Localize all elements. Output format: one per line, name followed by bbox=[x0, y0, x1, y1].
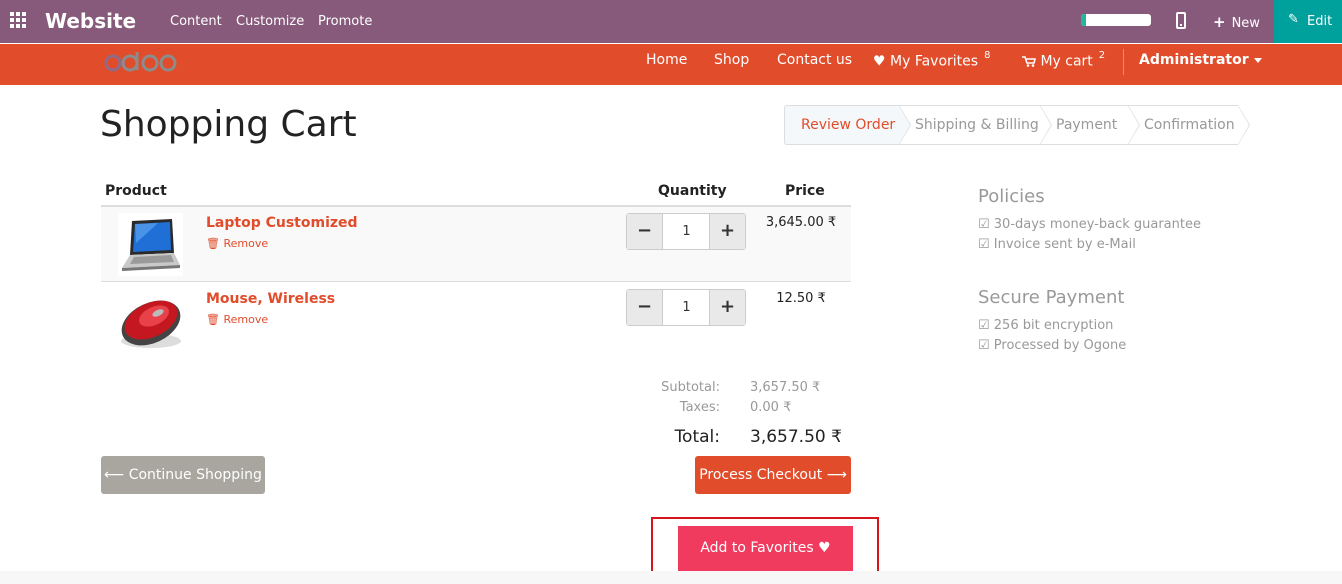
cart-row: Laptop Customized 🗑 Remove − 1 + 3,645.0… bbox=[101, 207, 851, 282]
process-checkout-label: Process Checkout bbox=[699, 467, 823, 483]
footer-strip bbox=[0, 571, 1342, 584]
process-checkout-button[interactable]: Process Checkout ⟶ bbox=[695, 456, 851, 494]
decrease-quantity-button[interactable]: − bbox=[627, 214, 663, 249]
laptop-image[interactable] bbox=[118, 213, 183, 276]
taxes-label: Taxes: bbox=[679, 400, 720, 415]
favorites-count-badge: 8 bbox=[984, 50, 991, 61]
continue-shopping-button[interactable]: ⟵ Continue Shopping bbox=[101, 456, 265, 494]
menu-promote[interactable]: Promote bbox=[318, 14, 372, 29]
odoo-logo[interactable] bbox=[103, 49, 179, 73]
nav-favorites[interactable]: ♥ My Favorites 8 bbox=[873, 50, 991, 70]
mouse-image[interactable] bbox=[118, 289, 183, 352]
payment-item: ☑ 256 bit encryption bbox=[978, 318, 1114, 333]
cart-count-badge: 2 bbox=[1098, 50, 1106, 61]
add-to-favorites-label: Add to Favorites bbox=[700, 540, 814, 556]
nav-cart-label: My cart bbox=[1040, 53, 1093, 70]
cart-icon bbox=[1022, 55, 1037, 67]
edit-button-label: Edit bbox=[1307, 14, 1333, 29]
column-header-product: Product bbox=[105, 183, 167, 199]
admin-bar: Website Content Customize Promote + New ✎… bbox=[0, 0, 1342, 43]
apps-grid-icon[interactable] bbox=[10, 12, 27, 29]
wizard-step-label: Confirmation bbox=[1144, 117, 1235, 133]
user-menu[interactable]: Administrator bbox=[1139, 52, 1262, 68]
nav-cart[interactable]: My cart 2 bbox=[1022, 50, 1106, 70]
arrow-right-icon: ⟶ bbox=[826, 467, 847, 483]
column-header-price: Price bbox=[785, 183, 825, 199]
cart-row: Mouse, Wireless 🗑 Remove − 1 + 12.50 ₹ bbox=[101, 283, 851, 358]
policy-item: ☑ 30-days money-back guarantee bbox=[978, 217, 1201, 232]
policies-heading: Policies bbox=[978, 186, 1045, 207]
nav-divider bbox=[1123, 49, 1124, 75]
remove-link[interactable]: 🗑 Remove bbox=[206, 237, 268, 250]
heart-icon: ♥ bbox=[818, 540, 831, 556]
column-header-quantity: Quantity bbox=[658, 183, 727, 199]
remove-label: Remove bbox=[223, 237, 269, 250]
new-button-label: New bbox=[1231, 16, 1260, 31]
product-name-link[interactable]: Laptop Customized bbox=[206, 215, 358, 231]
decrease-quantity-button[interactable]: − bbox=[627, 290, 663, 325]
wizard-step-label: Shipping & Billing bbox=[915, 117, 1039, 133]
taxes-value: 0.00 ₹ bbox=[750, 400, 792, 415]
edit-button[interactable]: ✎ Edit bbox=[1274, 0, 1342, 43]
wizard-step-payment: Payment bbox=[1040, 105, 1140, 145]
add-to-favorites-button[interactable]: Add to Favorites ♥ bbox=[678, 526, 853, 571]
toggle-knob bbox=[1081, 14, 1086, 26]
user-menu-label: Administrator bbox=[1139, 52, 1249, 68]
line-price: 3,645.00 ₹ bbox=[765, 215, 837, 230]
continue-shopping-label: Continue Shopping bbox=[128, 467, 262, 483]
total-value: 3,657.50 ₹ bbox=[750, 427, 842, 447]
secure-payment-heading: Secure Payment bbox=[978, 287, 1125, 308]
payment-item: ☑ Processed by Ogone bbox=[978, 338, 1127, 353]
wizard-step-confirmation: Confirmation bbox=[1128, 105, 1250, 145]
line-price: 12.50 ₹ bbox=[776, 291, 826, 306]
menu-content[interactable]: Content bbox=[170, 14, 222, 29]
menu-customize[interactable]: Customize bbox=[236, 14, 304, 29]
wizard-arrow-inner bbox=[1128, 106, 1139, 144]
remove-label: Remove bbox=[223, 313, 269, 326]
arrow-left-icon: ⟵ bbox=[104, 467, 125, 483]
wizard-step-review-order: Review Order bbox=[784, 105, 911, 145]
wizard-step-label: Payment bbox=[1056, 117, 1118, 133]
nav-contact[interactable]: Contact us bbox=[777, 52, 852, 68]
app-brand[interactable]: Website bbox=[45, 9, 136, 33]
total-label: Total: bbox=[674, 427, 720, 447]
wizard-arrow-inner bbox=[1238, 106, 1249, 144]
trash-icon: 🗑 bbox=[206, 313, 220, 326]
wizard-step-label: Review Order bbox=[801, 117, 896, 133]
nav-favorites-label: My Favorites bbox=[890, 53, 979, 70]
quantity-input[interactable]: 1 bbox=[664, 214, 709, 249]
remove-link[interactable]: 🗑 Remove bbox=[206, 313, 268, 326]
wizard-arrow-inner bbox=[1040, 106, 1051, 144]
subtotal-value: 3,657.50 ₹ bbox=[750, 380, 821, 395]
pencil-icon: ✎ bbox=[1288, 12, 1299, 27]
policy-item: ☑ Invoice sent by e-Mail bbox=[978, 237, 1136, 252]
nav-shop[interactable]: Shop bbox=[714, 52, 749, 68]
subtotal-label: Subtotal: bbox=[661, 380, 720, 395]
page-title: Shopping Cart bbox=[100, 104, 357, 145]
publish-toggle[interactable] bbox=[1081, 14, 1151, 26]
plus-icon: + bbox=[1213, 13, 1226, 31]
trash-icon: 🗑 bbox=[206, 237, 220, 250]
heart-icon: ♥ bbox=[873, 53, 886, 70]
nav-home[interactable]: Home bbox=[646, 52, 687, 68]
new-button[interactable]: + New bbox=[1213, 13, 1260, 31]
site-navbar: Home Shop Contact us ♥ My Favorites 8 My … bbox=[0, 44, 1342, 85]
quantity-input[interactable]: 1 bbox=[664, 290, 709, 325]
quantity-stepper: − 1 + bbox=[626, 289, 746, 326]
quantity-stepper: − 1 + bbox=[626, 213, 746, 250]
mobile-preview-icon[interactable] bbox=[1176, 12, 1186, 29]
increase-quantity-button[interactable]: + bbox=[709, 290, 745, 325]
product-name-link[interactable]: Mouse, Wireless bbox=[206, 291, 335, 307]
increase-quantity-button[interactable]: + bbox=[709, 214, 745, 249]
wizard-step-shipping-billing: Shipping & Billing bbox=[899, 105, 1052, 145]
wizard-arrow-inner bbox=[899, 106, 910, 144]
caret-down-icon bbox=[1253, 57, 1262, 63]
